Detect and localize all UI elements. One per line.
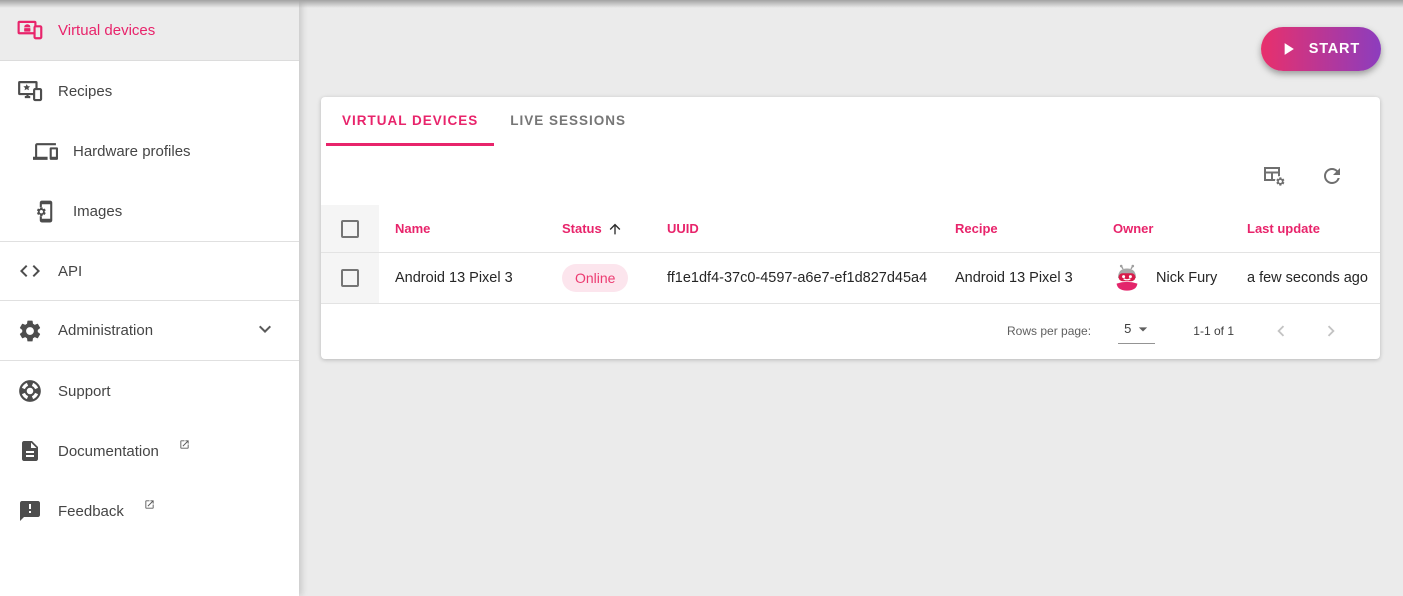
- column-header-last-update[interactable]: Last update: [1231, 221, 1380, 236]
- cell-status: Online: [546, 264, 651, 292]
- cell-owner: Nick Fury: [1097, 264, 1231, 292]
- rows-per-page-value: 5: [1124, 321, 1131, 336]
- sidebar-item-documentation[interactable]: Documentation: [0, 421, 299, 481]
- previous-page-button[interactable]: [1264, 314, 1298, 348]
- refresh-icon: [1320, 164, 1344, 188]
- recipes-icon: [17, 78, 43, 104]
- sidebar-item-label: Virtual devices: [58, 22, 155, 39]
- table-header-row: Name Status UUID Recipe Owner Last updat…: [321, 205, 1380, 252]
- table-pagination: Rows per page: 5 1-1 of 1: [321, 304, 1380, 358]
- table-toolbar: [321, 146, 1380, 205]
- column-settings-icon: [1262, 164, 1286, 188]
- main-content: START VIRTUAL DEVICES LIVE SESSIONS: [299, 0, 1403, 596]
- start-button[interactable]: START: [1261, 27, 1381, 71]
- hardware-profiles-icon: [32, 138, 58, 164]
- open-in-new-icon: [179, 437, 190, 454]
- cell-uuid: ff1e1df4-37c0-4597-a6e7-ef1d827d45a4: [651, 270, 939, 286]
- chevron-down-icon: [253, 317, 277, 345]
- column-settings-button[interactable]: [1254, 156, 1294, 196]
- refresh-button[interactable]: [1312, 156, 1352, 196]
- images-icon: [32, 198, 58, 224]
- feedback-bubble-icon: [17, 498, 43, 524]
- column-header-uuid[interactable]: UUID: [651, 221, 939, 236]
- sidebar-item-hardware-profiles[interactable]: Hardware profiles: [0, 121, 299, 181]
- column-header-label: Recipe: [955, 221, 998, 236]
- column-header-recipe[interactable]: Recipe: [939, 221, 1097, 236]
- documentation-doc-icon: [17, 438, 43, 464]
- sidebar-item-images[interactable]: Images: [0, 181, 299, 241]
- open-in-new-icon: [144, 497, 155, 514]
- column-header-label: Owner: [1113, 221, 1153, 236]
- column-header-label: Name: [395, 221, 430, 236]
- api-code-icon: [17, 258, 43, 284]
- pagination-range: 1-1 of 1: [1193, 324, 1234, 338]
- chevron-left-icon: [1270, 320, 1292, 342]
- rows-per-page-select[interactable]: 5: [1118, 319, 1155, 344]
- cell-recipe: Android 13 Pixel 3: [939, 270, 1097, 286]
- row-select-cell: [321, 253, 379, 303]
- tab-label: VIRTUAL DEVICES: [342, 113, 478, 128]
- sidebar-item-administration[interactable]: Administration: [0, 301, 299, 361]
- sidebar-item-label: Images: [73, 203, 122, 220]
- tab-live-sessions[interactable]: LIVE SESSIONS: [494, 97, 642, 146]
- sort-ascending-icon: [607, 221, 623, 237]
- virtual-devices-icon: [17, 17, 43, 43]
- device-recipe: Android 13 Pixel 3: [955, 270, 1073, 286]
- sidebar-item-api[interactable]: API: [0, 241, 299, 301]
- last-update-text: a few seconds ago: [1247, 270, 1368, 286]
- next-page-button[interactable]: [1314, 314, 1348, 348]
- column-header-label: Status: [562, 221, 602, 236]
- chevron-right-icon: [1320, 320, 1342, 342]
- sidebar-item-label: Support: [58, 383, 111, 400]
- column-header-label: UUID: [667, 221, 699, 236]
- support-lifering-icon: [17, 378, 43, 404]
- sidebar-item-recipes[interactable]: Recipes: [0, 61, 299, 121]
- sidebar-item-support[interactable]: Support: [0, 361, 299, 421]
- cell-name: Android 13 Pixel 3: [379, 270, 546, 286]
- cell-last-update: a few seconds ago: [1231, 270, 1380, 286]
- sidebar-item-label: Administration: [58, 322, 153, 339]
- owner-name: Nick Fury: [1156, 270, 1217, 286]
- sidebar-item-label: Hardware profiles: [73, 143, 191, 160]
- devices-card: VIRTUAL DEVICES LIVE SESSIONS: [321, 97, 1380, 359]
- column-header-owner[interactable]: Owner: [1097, 221, 1231, 236]
- sidebar-item-label: Documentation: [58, 443, 159, 460]
- sidebar-item-label: API: [58, 263, 82, 280]
- select-all-checkbox[interactable]: [341, 220, 359, 238]
- tab-label: LIVE SESSIONS: [510, 113, 626, 128]
- tab-virtual-devices[interactable]: VIRTUAL DEVICES: [326, 97, 494, 146]
- column-header-status[interactable]: Status: [546, 221, 651, 237]
- device-uuid: ff1e1df4-37c0-4597-a6e7-ef1d827d45a4: [667, 270, 927, 286]
- status-badge: Online: [562, 264, 628, 292]
- device-name: Android 13 Pixel 3: [395, 270, 513, 286]
- sidebar-item-label: Feedback: [58, 503, 124, 520]
- dropdown-arrow-icon: [1133, 319, 1153, 339]
- sidebar-item-virtual-devices[interactable]: Virtual devices: [0, 0, 299, 61]
- row-checkbox[interactable]: [341, 269, 359, 287]
- sidebar-item-feedback[interactable]: Feedback: [0, 481, 299, 541]
- avatar: [1113, 264, 1141, 292]
- table-row[interactable]: Android 13 Pixel 3 Online ff1e1df4-37c0-…: [321, 252, 1380, 304]
- play-icon: [1278, 39, 1298, 59]
- rows-per-page-label: Rows per page:: [1007, 324, 1091, 338]
- administration-gear-icon: [17, 318, 43, 344]
- select-all-cell: [321, 205, 379, 252]
- start-button-label: START: [1309, 41, 1360, 57]
- column-header-label: Last update: [1247, 221, 1320, 236]
- card-tabs: VIRTUAL DEVICES LIVE SESSIONS: [321, 97, 1380, 146]
- sidebar-item-label: Recipes: [58, 83, 112, 100]
- sidebar: Virtual devices Recipes Hardware profile…: [0, 0, 299, 596]
- column-header-name[interactable]: Name: [379, 221, 546, 236]
